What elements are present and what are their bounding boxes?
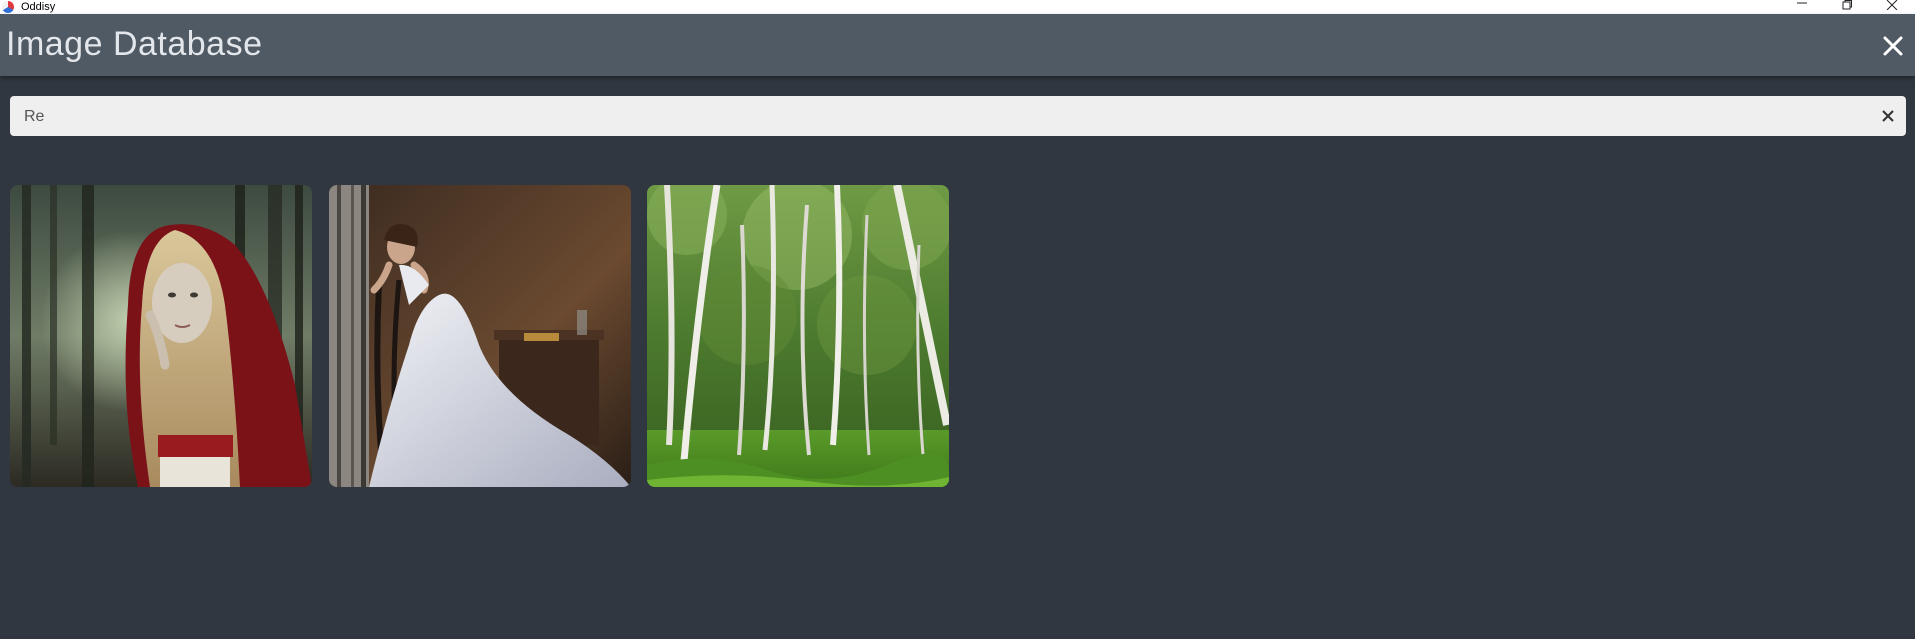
restore-icon [1842, 0, 1852, 10]
girl-in-red-hood-image [10, 185, 312, 487]
app-header: Image Database [0, 14, 1915, 76]
birch-forest-image [647, 185, 949, 487]
minimize-window-button[interactable] [1792, 0, 1812, 14]
app-logo-icon [2, 1, 14, 13]
search-bar [10, 96, 1906, 138]
search-input[interactable] [22, 96, 1866, 138]
minimize-icon [1797, 2, 1807, 4]
image-thumbnail[interactable] [647, 185, 949, 487]
app-name: Oddisy [21, 1, 56, 13]
close-icon [1883, 36, 1903, 56]
woman-white-dress-image [329, 185, 631, 487]
image-thumbnail[interactable] [329, 185, 631, 487]
clear-icon [1882, 110, 1894, 122]
page-title: Image Database [6, 25, 263, 63]
os-titlebar: Oddisy [0, 0, 1915, 14]
clear-search-button[interactable] [1880, 108, 1896, 124]
close-view-button[interactable] [1878, 31, 1908, 61]
image-thumbnail[interactable] [10, 185, 312, 487]
close-window-button[interactable] [1882, 0, 1902, 14]
restore-window-button[interactable] [1837, 0, 1857, 14]
close-icon [1886, 0, 1898, 11]
